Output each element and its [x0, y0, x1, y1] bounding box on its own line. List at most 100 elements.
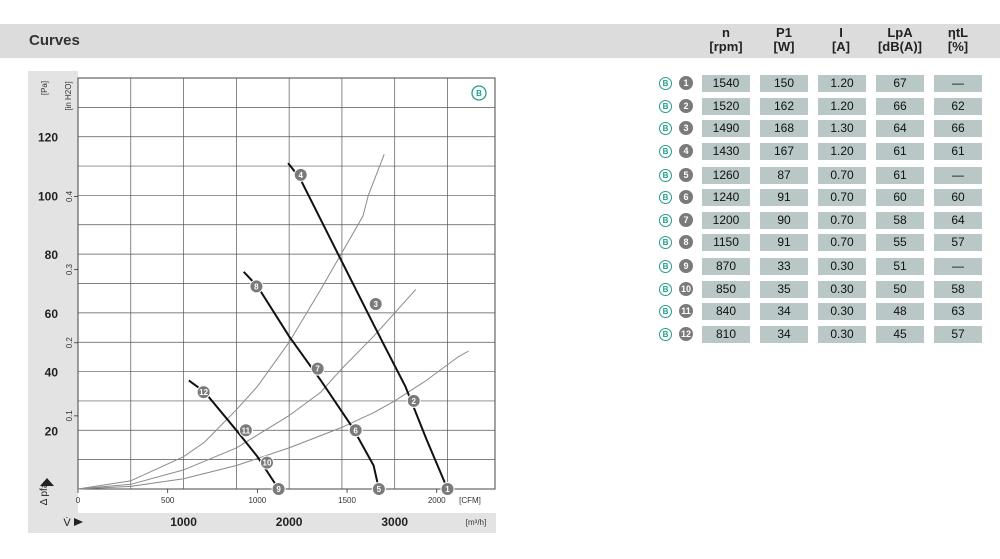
table-cell: 64: [876, 120, 924, 137]
table-cell: 91: [760, 189, 808, 206]
table-cell: 850: [702, 280, 750, 298]
table-cell: 0.30: [818, 280, 866, 298]
y-tick-label-inh2o: 0.3: [65, 264, 74, 276]
row-number-badge: 12: [679, 326, 693, 341]
table-row: B 1 1540 150 1.20 67 —: [655, 75, 985, 93]
x-tick-label-m3h: 2000: [276, 515, 303, 529]
badge-b-icon: B: [659, 144, 672, 158]
x-axis-band: [28, 513, 496, 533]
table-cell: 0.70: [818, 234, 866, 251]
table-cell: —: [934, 75, 982, 92]
operating-point-label: 5: [377, 485, 382, 494]
x-axis-symbol: V̇: [63, 516, 71, 529]
table-cell: 45: [876, 325, 924, 343]
x-tick-label-cfm: 500: [161, 496, 175, 505]
table-cell: 0.70: [818, 189, 866, 206]
operating-point-label: 1: [445, 485, 450, 494]
badge-b-icon: B: [659, 305, 672, 318]
column-unit: [%]: [947, 39, 969, 54]
badge-b-icon: B: [659, 213, 672, 227]
column-header-current: I [A]: [811, 26, 871, 54]
operating-point-label: 8: [254, 282, 259, 291]
table-cell: 60: [876, 189, 924, 206]
table-cell: 51: [876, 258, 924, 275]
badge-b-icon: B: [659, 168, 672, 182]
table-cell: 1430: [702, 142, 750, 160]
column-unit: [W]: [773, 39, 795, 54]
badge-b-icon: B: [659, 260, 672, 273]
table-cell: 870: [702, 258, 750, 275]
table-cell: 0.30: [818, 258, 866, 275]
x-unit-cfm: [CFM]: [459, 496, 481, 505]
table-cell: 0.70: [818, 211, 866, 229]
row-number-badge: 2: [679, 98, 693, 113]
table-cell: 840: [702, 303, 750, 320]
badge-b-icon: B: [659, 236, 672, 249]
table-row: B 9 870 33 0.30 51 —: [655, 258, 985, 276]
table-cell: 168: [760, 120, 808, 137]
table-cell: 1260: [702, 166, 750, 184]
x-unit-m3h: [m³/h]: [466, 518, 486, 527]
operating-point-label: 11: [242, 426, 251, 435]
table-cell: 1.20: [818, 97, 866, 115]
table-cell: 34: [760, 303, 808, 320]
row-number-badge: 9: [679, 259, 693, 273]
badge-b-icon: B: [659, 99, 672, 113]
row-number-badge: 4: [679, 143, 693, 158]
y-tick-label-pa: 80: [45, 248, 59, 262]
table-cell: 55: [876, 234, 924, 251]
table-cell: 57: [934, 325, 982, 343]
table-row: B 4 1430 167 1.20 61 61: [655, 142, 985, 161]
x-tick-label-cfm: 0: [76, 496, 81, 505]
x-tick-label-cfm: 1500: [338, 496, 356, 505]
column-header-sound-level: LpA [dB(A)]: [870, 26, 930, 54]
operating-point-label: 6: [353, 426, 358, 435]
table-cell: 62: [934, 97, 982, 115]
table-cell: 162: [760, 97, 808, 115]
table-cell: 1.20: [818, 142, 866, 160]
operating-point-label: 2: [411, 397, 416, 406]
column-header-efficiency: ηtL [%]: [928, 26, 988, 54]
table-cell: 61: [876, 166, 924, 184]
x-tick-label-m3h: 3000: [381, 515, 408, 529]
row-number-badge: 11: [679, 304, 693, 318]
table-cell: 33: [760, 258, 808, 275]
table-cell: 61: [876, 142, 924, 160]
table-cell: 34: [760, 325, 808, 343]
operating-point-label: 4: [299, 171, 304, 180]
badge-b-icon: B: [659, 122, 672, 135]
table-cell: 63: [934, 303, 982, 320]
table-cell: 58: [934, 280, 982, 298]
y-tick-label-pa: 120: [38, 131, 58, 145]
operating-point-label: 12: [199, 388, 208, 397]
table-cell: 1240: [702, 189, 750, 206]
column-symbol: ηtL: [947, 25, 969, 40]
table-row: B 12 810 34 0.30 45 57: [655, 325, 985, 344]
x-tick-label-m3h: 1000: [170, 515, 197, 529]
row-number-badge: 3: [679, 121, 693, 135]
table-cell: 35: [760, 280, 808, 298]
table-cell: 1200: [702, 211, 750, 229]
y-tick-label-pa: 100: [38, 189, 58, 203]
table-cell: 67: [876, 75, 924, 92]
y-unit-inh2o: [in H2O]: [64, 81, 73, 110]
operating-point-label: 7: [315, 365, 320, 374]
table-cell: 48: [876, 303, 924, 320]
table-cell: 87: [760, 166, 808, 184]
y-tick-label-inh2o: 0.1: [65, 410, 74, 422]
operating-point-label: 3: [373, 300, 378, 309]
row-number-badge: 8: [679, 235, 693, 249]
table-cell: 150: [760, 75, 808, 92]
table-row: B 7 1200 90 0.70 58 64: [655, 211, 985, 230]
table-row: B 6 1240 91 0.70 60 60: [655, 189, 985, 207]
table-cell: —: [934, 258, 982, 275]
table-cell: 66: [934, 120, 982, 137]
row-number-badge: 5: [679, 167, 693, 182]
performance-table: B 1 1540 150 1.20 67— B 2 1520 162 1.20 66 62 B 3 1490 1…: [655, 75, 985, 345]
table-cell: 57: [934, 234, 982, 251]
table-cell: 61: [934, 142, 982, 160]
table-cell: 58: [876, 211, 924, 229]
column-header-speed: n [rpm]: [696, 26, 756, 54]
x-tick-label-cfm: 1000: [248, 496, 266, 505]
badge-b-icon: B: [659, 77, 672, 90]
